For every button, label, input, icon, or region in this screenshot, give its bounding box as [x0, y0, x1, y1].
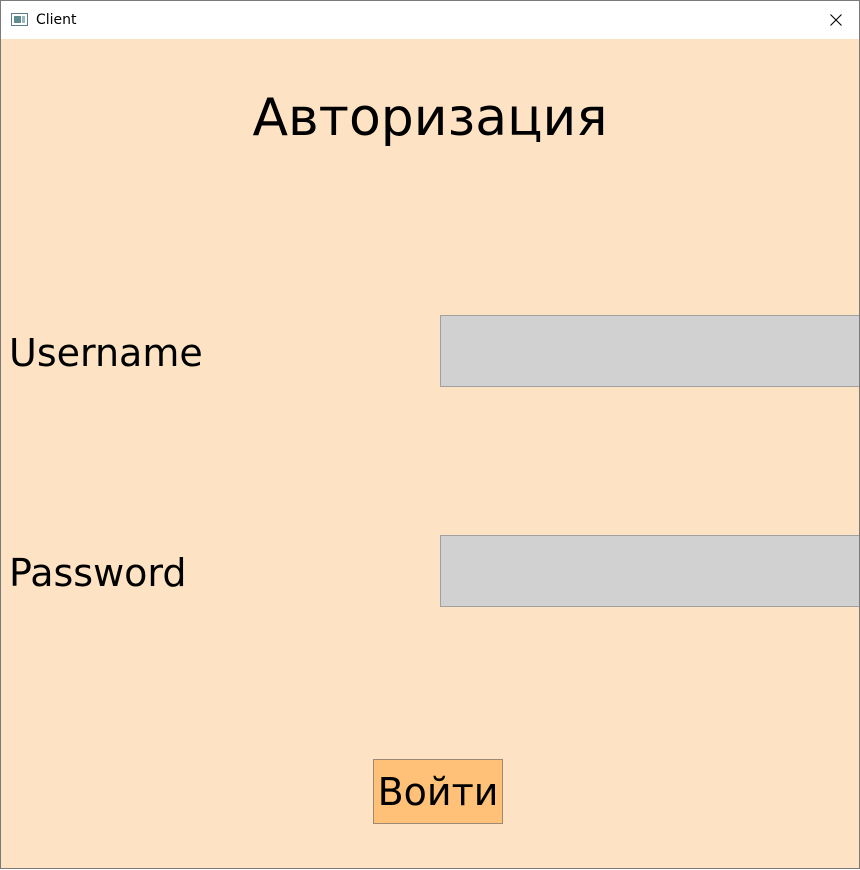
username-label: Username	[9, 331, 203, 375]
app-window: Client Авторизация Username Password Вой…	[0, 0, 860, 869]
title-bar[interactable]: Client	[1, 1, 859, 39]
close-button[interactable]	[813, 2, 859, 39]
password-input[interactable]	[440, 535, 859, 607]
username-input[interactable]	[440, 315, 859, 387]
login-form: Авторизация Username Password Войти	[1, 39, 859, 868]
page-title: Авторизация	[252, 88, 608, 148]
window-app-icon	[11, 13, 28, 26]
password-label: Password	[9, 551, 187, 595]
window-title: Client	[36, 12, 77, 28]
close-icon	[830, 14, 842, 26]
login-button[interactable]: Войти	[373, 759, 503, 824]
